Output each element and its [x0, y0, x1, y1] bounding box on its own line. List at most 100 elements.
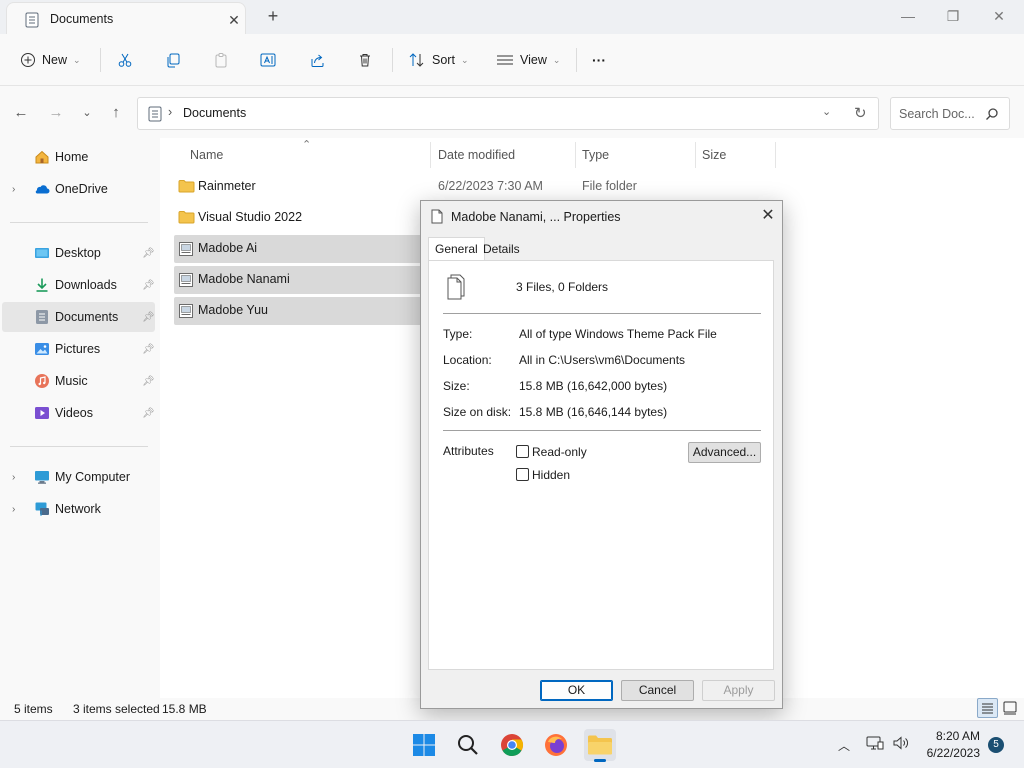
read-only-checkbox[interactable]	[516, 445, 529, 458]
view-button[interactable]: View ⌄	[496, 47, 560, 73]
scissors-icon	[117, 52, 133, 68]
dialog-title: Madobe Nanami, ... Properties	[451, 210, 621, 224]
up-arrow-icon[interactable]: ↑	[107, 104, 125, 122]
sidebar-item-desktop[interactable]: Desktop 📌︎	[2, 238, 155, 268]
column-divider[interactable]	[575, 142, 576, 168]
properties-dialog: Madobe Nanami, ... Properties ✕ General …	[420, 200, 783, 709]
new-label: New	[42, 53, 68, 67]
pin-icon: 📌︎	[142, 311, 155, 323]
location-label: Location:	[443, 353, 492, 367]
expand-chevron-icon[interactable]: ›	[12, 472, 15, 483]
hidden-label: Hidden	[532, 468, 571, 482]
tab-documents[interactable]: Documents ✕	[6, 2, 246, 34]
firefox-app[interactable]	[540, 729, 572, 761]
sidebar-item-documents[interactable]: Documents 📌︎	[2, 302, 155, 332]
paste-button[interactable]	[213, 47, 229, 73]
download-arrow-icon	[34, 277, 50, 293]
address-history-chevron-icon[interactable]: ⌄	[822, 105, 831, 118]
tiles-view-button[interactable]	[1002, 700, 1018, 716]
more-options-button[interactable]: ···	[592, 47, 606, 73]
volume-icon[interactable]	[892, 735, 910, 751]
pictures-icon	[34, 341, 50, 357]
dialog-close-icon[interactable]: ✕	[759, 207, 777, 225]
column-header-size[interactable]: Size	[702, 148, 726, 162]
sort-button[interactable]: Sort ⌄	[408, 47, 468, 73]
file-explorer-app[interactable]	[584, 729, 616, 762]
ok-button[interactable]: OK	[540, 680, 613, 701]
search-input[interactable]	[899, 105, 979, 123]
multiple-files-icon	[445, 274, 469, 302]
command-bar: New ⌄ Sort ⌄ View ⌄ ···	[0, 34, 1024, 86]
pin-icon: 📌︎	[142, 407, 155, 419]
share-button[interactable]	[309, 47, 325, 73]
taskbar-search-button[interactable]	[452, 729, 484, 761]
sidebar-item-onedrive[interactable]: › OneDrive	[2, 174, 155, 204]
details-view-button[interactable]	[977, 698, 998, 718]
address-bar[interactable]: › Documents ⌄ ↻	[137, 97, 879, 130]
clock-date[interactable]: 6/22/2023	[927, 746, 980, 760]
expand-chevron-icon[interactable]: ›	[12, 184, 15, 195]
selection-count: 3 items selected	[73, 702, 160, 716]
rename-button[interactable]	[260, 47, 278, 73]
new-tab-button[interactable]: +	[264, 6, 282, 26]
toolbar-divider	[392, 48, 393, 72]
tab-details[interactable]: Details	[477, 238, 526, 261]
maximize-button[interactable]: ❐	[942, 6, 964, 26]
sidebar-item-videos[interactable]: Videos 📌︎	[2, 398, 155, 428]
recent-locations-chevron-icon[interactable]: ⌄	[78, 104, 96, 122]
search-icon[interactable]	[985, 107, 999, 121]
dialog-divider	[443, 430, 761, 431]
list-item[interactable]: Rainmeter 6/22/2023 7:30 AM File folder	[174, 173, 774, 201]
column-divider[interactable]	[430, 142, 431, 168]
column-header-date-modified[interactable]: Date modified	[438, 148, 515, 162]
column-header-type[interactable]: Type	[582, 148, 609, 162]
cut-button[interactable]	[117, 47, 133, 73]
copy-button[interactable]	[165, 47, 181, 73]
advanced-button[interactable]: Advanced...	[688, 442, 761, 463]
general-tab-panel: 3 Files, 0 Folders Type: All of type Win…	[428, 260, 774, 670]
show-hidden-icons-chevron-icon[interactable]: ︿	[838, 737, 850, 754]
back-arrow-icon[interactable]: ←	[12, 104, 30, 122]
new-button[interactable]: New ⌄	[20, 47, 81, 73]
sidebar-item-downloads[interactable]: Downloads 📌︎	[2, 270, 155, 300]
column-divider[interactable]	[695, 142, 696, 168]
sidebar-item-label: Network	[55, 502, 101, 516]
cancel-button[interactable]: Cancel	[621, 680, 694, 701]
apply-button[interactable]: Apply	[702, 680, 775, 701]
documents-icon	[25, 12, 39, 28]
start-button[interactable]	[408, 729, 440, 761]
hidden-checkbox[interactable]	[516, 468, 529, 481]
read-only-label: Read-only	[532, 445, 587, 459]
notification-badge[interactable]: 5	[988, 737, 1004, 753]
paste-icon	[213, 52, 229, 68]
expand-chevron-icon[interactable]: ›	[12, 504, 15, 515]
music-icon	[34, 373, 50, 389]
forward-arrow-icon[interactable]: →	[47, 104, 65, 122]
sidebar-item-music[interactable]: Music 📌︎	[2, 366, 155, 396]
sidebar-item-home[interactable]: Home	[2, 142, 155, 172]
details-view-icon	[982, 703, 993, 714]
sidebar-item-my-computer[interactable]: › My Computer	[2, 462, 155, 492]
chrome-app[interactable]	[496, 729, 528, 761]
delete-button[interactable]	[357, 47, 373, 73]
minimize-button[interactable]: —	[897, 6, 919, 26]
search-box[interactable]	[890, 97, 1010, 130]
network-status-icon[interactable]	[866, 735, 884, 751]
file-name: Madobe Ai	[198, 241, 258, 255]
sort-label: Sort	[432, 53, 455, 67]
pin-icon: 📌︎	[142, 343, 155, 355]
breadcrumb-documents[interactable]: Documents	[183, 106, 246, 120]
sidebar-item-network[interactable]: › Network	[2, 494, 155, 524]
sidebar-divider	[10, 222, 148, 223]
column-header-name[interactable]: Name	[190, 148, 223, 162]
column-divider[interactable]	[775, 142, 776, 168]
tab-close-icon[interactable]: ✕	[226, 12, 242, 28]
pin-icon: 📌︎	[142, 247, 155, 259]
close-window-button[interactable]: ✕	[988, 6, 1010, 26]
refresh-icon[interactable]: ↻	[854, 104, 867, 122]
chevron-down-icon: ⌄	[460, 54, 469, 65]
rename-icon	[260, 52, 278, 68]
sidebar-item-pictures[interactable]: Pictures 📌︎	[2, 334, 155, 364]
windows-logo-icon	[413, 734, 435, 756]
clock-time[interactable]: 8:20 AM	[936, 729, 980, 743]
